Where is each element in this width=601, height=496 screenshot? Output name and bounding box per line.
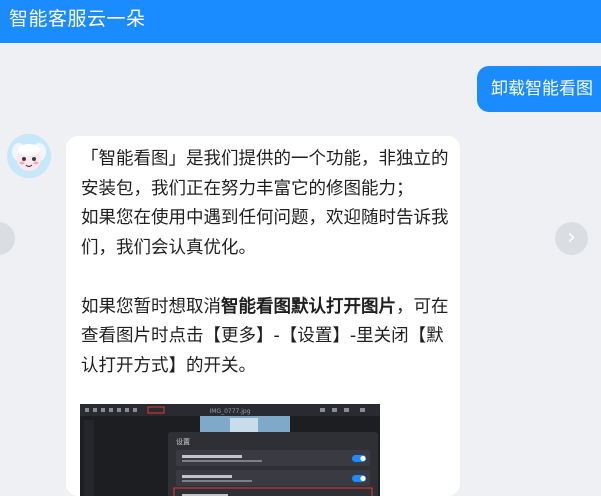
bot-paragraph-3: 如果您暂时想取消智能看图默认打开图片，可在查看图片时点击【更多】-【设置】-里关… — [81, 293, 451, 382]
user-message-bubble: 卸载智能看图 — [477, 66, 601, 112]
bot-paragraph-1: 「智能看图」是我们提供的一个功能，非独立的安装包，我们正在努力丰富它的修图能力； — [81, 149, 449, 199]
screenshot-dialog-title: 设置 — [176, 437, 190, 446]
header-title: 智能客服云一朵 — [9, 8, 146, 30]
bot-message-bubble: 「智能看图」是我们提供的一个功能，非独立的安装包，我们正在努力丰富它的修图能力；… — [66, 136, 460, 496]
screenshot-file-name: IMG_0777.jpg — [209, 408, 250, 415]
bot-paragraph-3-prefix: 如果您暂时想取消 — [81, 296, 221, 317]
mascot-icon — [7, 134, 51, 178]
settings-screenshot-image[interactable]: IMG_0777.jpg 设置 — [80, 404, 380, 496]
bot-paragraph-2: 如果您在使用中遇到任何问题，欢迎随时告诉我们，我们会认真优化。 — [81, 208, 449, 258]
bot-paragraph-3-bold: 智能看图默认打开图片 — [221, 296, 396, 317]
prev-arrow-button[interactable] — [0, 222, 15, 255]
bot-message-text: 「智能看图」是我们提供的一个功能，非独立的安装包，我们正在努力丰富它的修图能力；… — [81, 145, 451, 381]
app-header: 智能客服云一朵 — [0, 0, 601, 43]
chevron-right-icon: › — [567, 225, 576, 250]
next-arrow-button[interactable]: › — [555, 222, 588, 255]
user-message-text: 卸载智能看图 — [491, 79, 593, 99]
bot-avatar — [7, 134, 51, 178]
